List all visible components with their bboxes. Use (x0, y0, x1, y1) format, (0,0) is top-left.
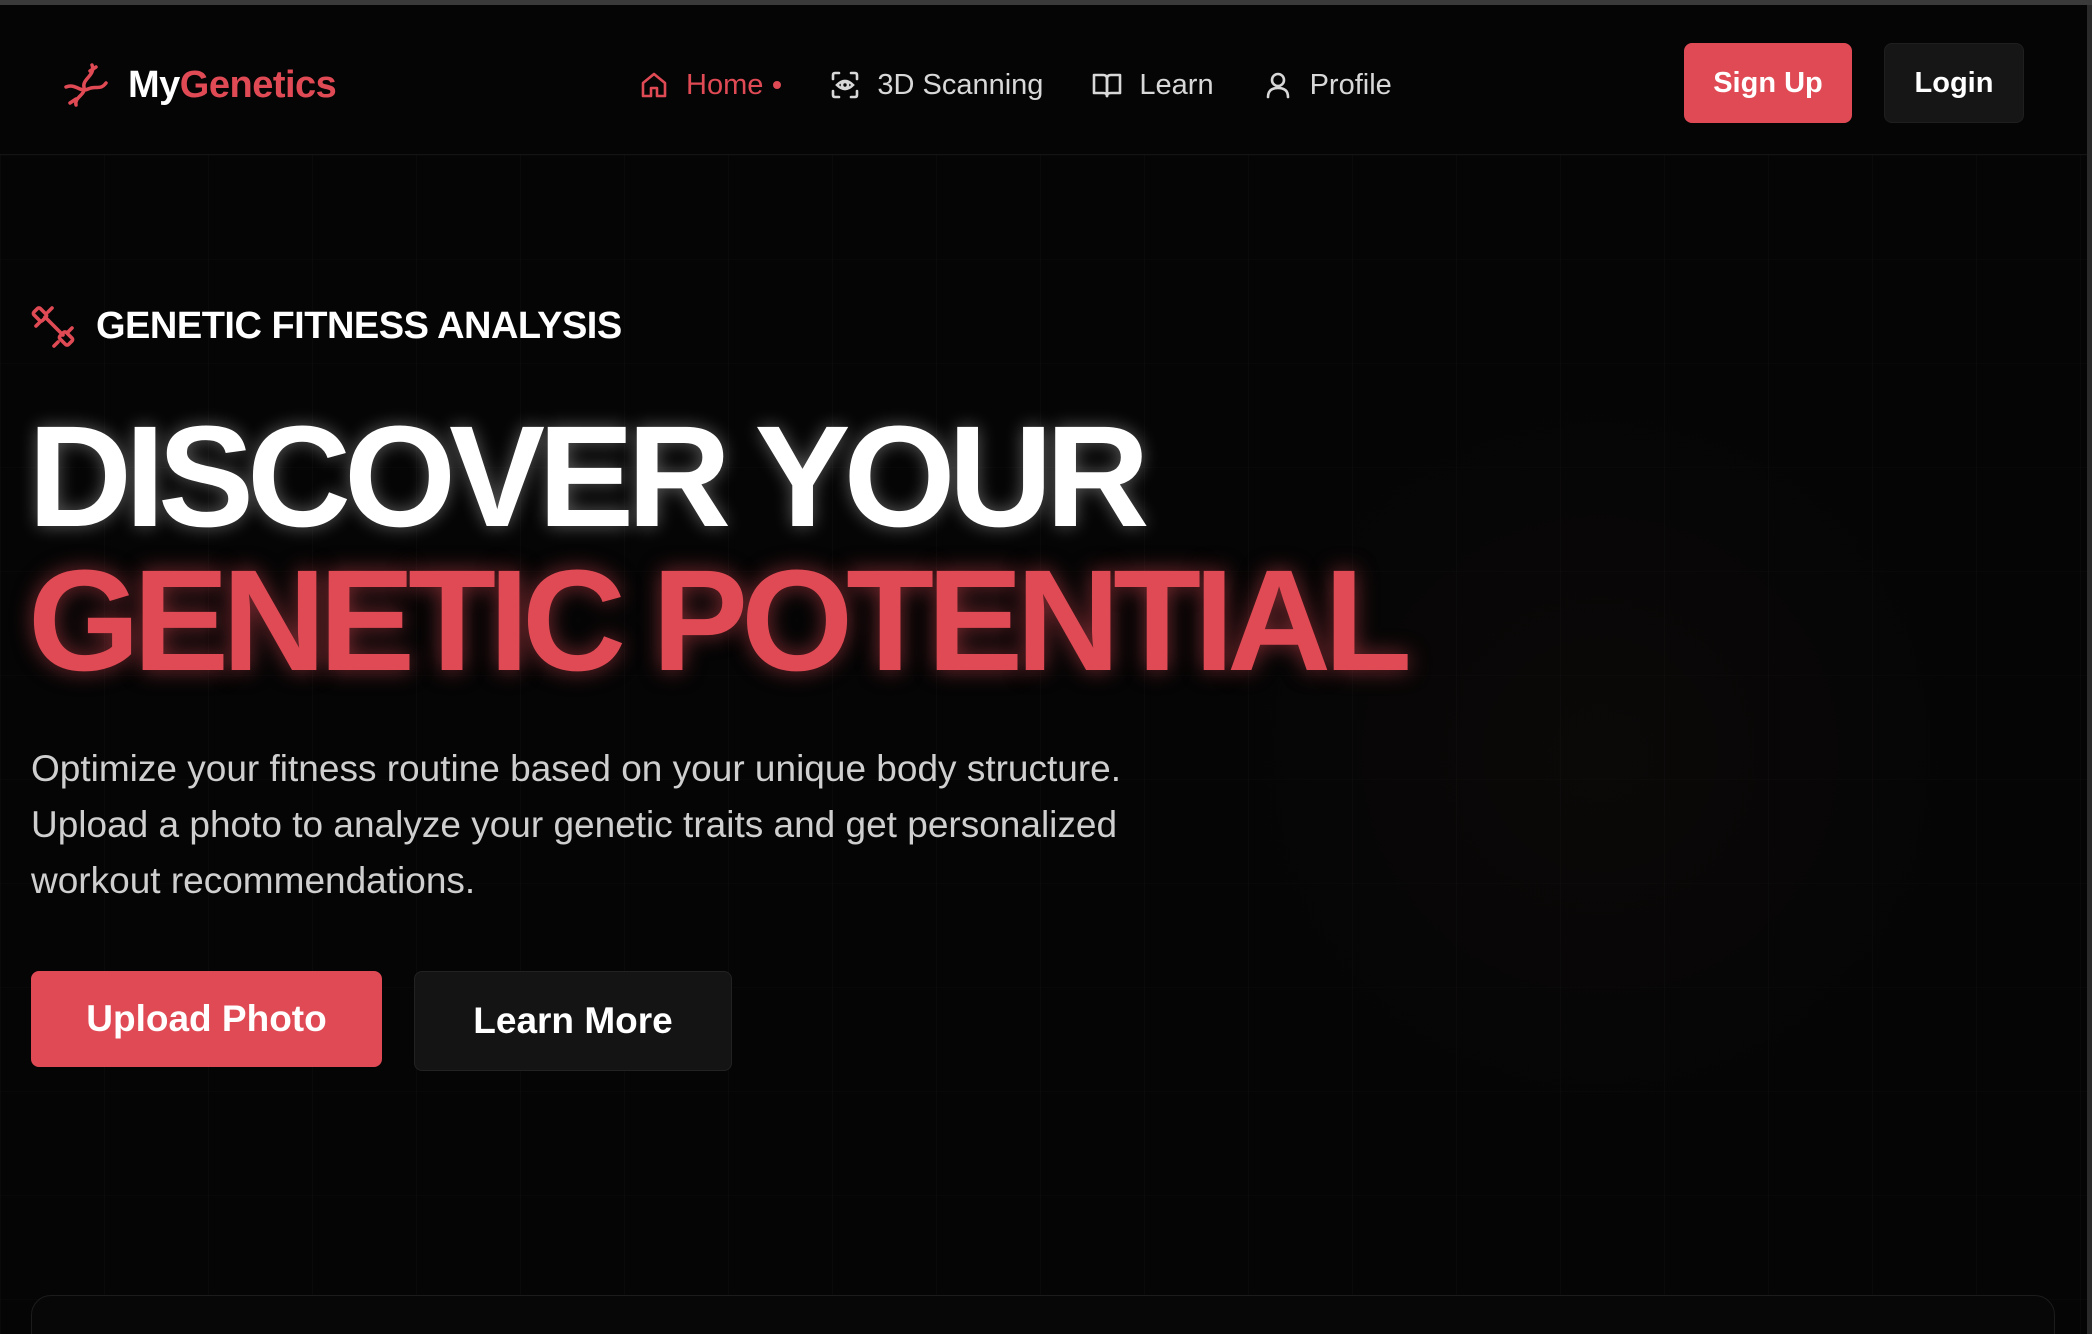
hero-eyebrow: GENETIC FITNESS ANALYSIS (30, 301, 622, 351)
learn-more-button[interactable]: Learn More (414, 971, 732, 1071)
brand-name-part1: My (128, 63, 180, 106)
nav-item-profile-label: Profile (1309, 68, 1392, 101)
hero-headline-line2: GENETIC POTENTIAL (28, 540, 1412, 701)
content-card-preview (31, 1295, 2055, 1334)
window-edge (2087, 5, 2092, 1334)
hero-headline: DISCOVER YOUR GENETIC POTENTIAL (28, 396, 1412, 701)
upload-photo-button[interactable]: Upload Photo (31, 971, 382, 1067)
book-icon (1093, 73, 1122, 98)
nav-item-home-label: Home (686, 68, 764, 101)
top-navbar: MyGenetics Home 3D Scanning Learn Profil… (0, 5, 2087, 155)
hero-headline-line1: DISCOVER YOUR (28, 396, 1150, 557)
dna-icon (64, 63, 108, 107)
sign-up-button[interactable]: Sign Up (1684, 43, 1852, 123)
nav-item-3d-scanning[interactable]: 3D Scanning (829, 69, 1043, 102)
user-icon (1266, 72, 1289, 99)
nav-item-profile[interactable]: Profile (1262, 69, 1392, 102)
scan-icon (832, 71, 859, 99)
home-icon (641, 72, 667, 98)
brand-logo[interactable]: MyGenetics (62, 55, 337, 115)
brand-name: MyGenetics (128, 63, 337, 107)
nav-item-home[interactable]: Home (638, 68, 782, 102)
login-button[interactable]: Login (1884, 43, 2024, 123)
brand-name-part2: Genetics (179, 63, 337, 106)
main-nav: Home 3D Scanning Learn Profile (638, 55, 1392, 115)
nav-item-learn-label: Learn (1139, 68, 1214, 101)
nav-item-3d-scanning-label: 3D Scanning (877, 68, 1044, 101)
active-indicator-dot (773, 81, 782, 89)
hero-eyebrow-text: GENETIC FITNESS ANALYSIS (96, 304, 622, 347)
nav-item-learn[interactable]: Learn (1091, 68, 1214, 102)
hero-description: Optimize your fitness routine based on y… (31, 748, 1122, 901)
dumbbell-icon (31, 306, 75, 348)
page: MyGenetics Home 3D Scanning Learn Profil… (0, 0, 2092, 1334)
